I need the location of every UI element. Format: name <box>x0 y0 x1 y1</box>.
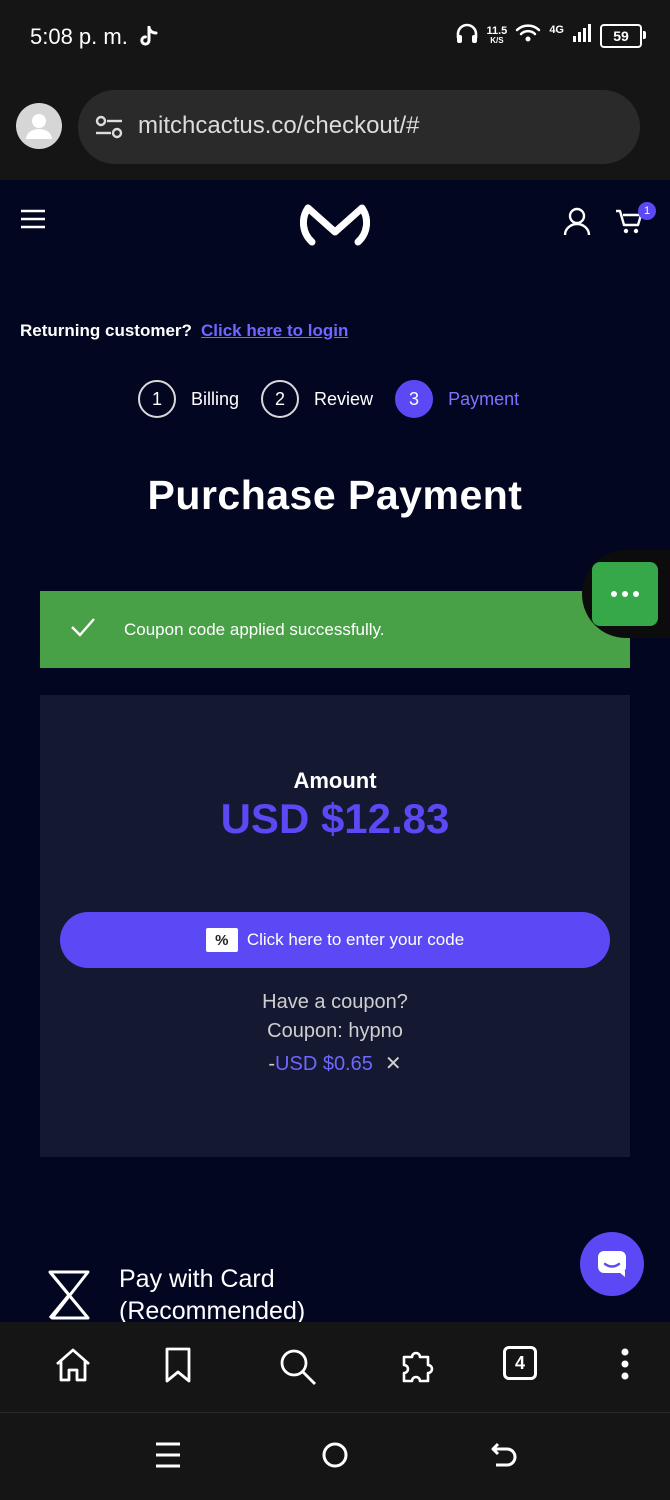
pay-with-card-option[interactable]: Pay with Card (Recommended) <box>119 1263 305 1322</box>
system-nav-bar <box>0 1413 670 1500</box>
network-speed: 11.5 K/S <box>486 24 508 45</box>
remove-coupon-icon[interactable]: ✕ <box>385 1053 402 1075</box>
wifi-icon <box>515 23 541 48</box>
returning-customer-text: Returning customer? <box>20 321 192 340</box>
page-title: Purchase Payment <box>147 472 523 518</box>
user-icon[interactable] <box>562 206 592 241</box>
step-1-label[interactable]: Billing <box>191 389 239 410</box>
step-3-label[interactable]: Payment <box>448 389 519 410</box>
tiktok-icon <box>138 25 158 53</box>
discount-value: USD $0.65 <box>275 1053 373 1075</box>
step-1-number[interactable]: 1 <box>138 380 176 418</box>
headphones-icon <box>455 22 479 49</box>
step-2-label[interactable]: Review <box>314 389 373 410</box>
applied-coupon-text: Coupon: hypno <box>267 1020 403 1042</box>
home-button-icon[interactable] <box>321 1441 349 1474</box>
step-2-number[interactable]: 2 <box>261 380 300 418</box>
amount-card: Amount USD $12.83 % Click here to enter … <box>40 695 630 1157</box>
checkout-steps: 1 Billing 2 Review 3 Payment <box>138 380 541 418</box>
login-link[interactable]: Click here to login <box>201 321 348 341</box>
more-icon[interactable] <box>620 1347 630 1386</box>
back-icon[interactable] <box>490 1441 518 1474</box>
status-bar: 5:08 p. m. 11.5 K/S 4G 59 <box>0 0 670 76</box>
check-icon <box>70 617 96 642</box>
address-bar[interactable]: mitchcactus.co/checkout/# <box>78 90 640 164</box>
menu-icon[interactable] <box>20 208 46 235</box>
discount-line: -USD $0.65 ✕ <box>40 1051 630 1076</box>
battery-icon: 59 <box>600 23 646 48</box>
amount-value: USD $12.83 <box>220 795 450 842</box>
logo[interactable] <box>299 194 371 255</box>
amount-label: Amount <box>293 768 377 793</box>
browser-address-area: mitchcactus.co/checkout/# <box>0 76 670 180</box>
browser-toolbar: 4 <box>0 1322 670 1413</box>
enter-code-label: Click here to enter your code <box>246 930 465 949</box>
site-settings-icon[interactable] <box>94 114 124 145</box>
cart-count-badge: 1 <box>638 202 656 220</box>
status-time: 5:08 p. m. <box>30 24 128 49</box>
network-type: 4G <box>549 23 564 36</box>
extensions-icon[interactable] <box>398 1347 438 1390</box>
floating-chat-widget <box>582 550 670 638</box>
url-text[interactable]: mitchcactus.co/checkout/# <box>138 112 419 140</box>
step-3-number[interactable]: 3 <box>395 380 434 418</box>
checkout-page: 1 Returning customer? Click here to logi… <box>0 180 670 1322</box>
signal-icon <box>572 23 592 48</box>
profile-avatar[interactable] <box>16 103 62 149</box>
success-message: Coupon code applied successfully. <box>124 619 385 639</box>
support-chat-button[interactable] <box>580 1232 644 1296</box>
home-icon[interactable] <box>54 1347 92 1388</box>
enter-code-button[interactable]: % Click here to enter your code <box>60 912 610 968</box>
success-banner: Coupon code applied successfully. <box>40 591 630 668</box>
search-icon[interactable] <box>278 1347 318 1392</box>
chat-options-button[interactable] <box>592 562 658 626</box>
tabs-icon[interactable]: 4 <box>503 1346 537 1380</box>
recent-apps-icon[interactable] <box>155 1441 181 1474</box>
have-coupon-text: Have a coupon? <box>262 991 408 1013</box>
coupon-percent-icon: % <box>205 928 238 952</box>
card-provider-icon <box>44 1269 94 1322</box>
chat-icon <box>598 1251 626 1277</box>
more-dots-icon <box>611 591 639 597</box>
bookmark-icon[interactable] <box>164 1347 192 1388</box>
